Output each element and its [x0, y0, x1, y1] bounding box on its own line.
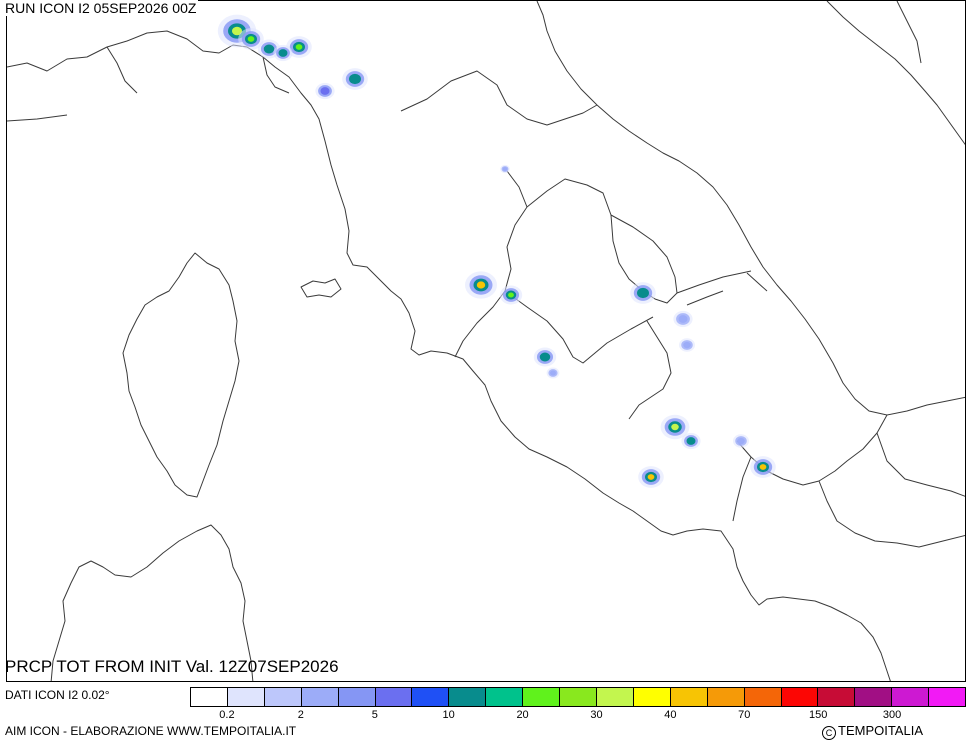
precipitation-cell [738, 439, 744, 443]
copyright: C TEMPOITALIA [822, 723, 923, 740]
legend-label: 70 [738, 709, 751, 721]
legend-swatch [301, 688, 339, 706]
legend-swatch [929, 688, 966, 706]
legend-swatch [560, 688, 597, 706]
precipitation-cell [476, 281, 486, 289]
legend-label: 0.2 [219, 709, 235, 721]
legend-label: 10 [442, 709, 455, 721]
legend-swatch [707, 688, 745, 706]
legend-label: 20 [516, 709, 529, 721]
legend-swatch [412, 688, 450, 706]
precipitation-cell [551, 371, 555, 375]
precipitation-cell [647, 474, 655, 480]
corsica [122, 252, 240, 498]
data-source-label: DATI ICON I2 0.02° [5, 688, 110, 702]
legend-label: 30 [590, 709, 603, 721]
legend-swatch [191, 688, 228, 706]
legend-label: 40 [664, 709, 677, 721]
precipitation-cell [542, 354, 548, 360]
map-area [6, 0, 966, 682]
legend-swatch [744, 688, 782, 706]
legend-swatch [670, 688, 708, 706]
run-title: RUN ICON I2 05SEP2026 00Z [5, 0, 199, 16]
precipitation-cell [671, 423, 679, 431]
legend-label: 5 [371, 709, 378, 721]
legend-swatch [818, 688, 856, 706]
precipitation-cell [639, 290, 647, 296]
credit-text: AIM ICON - ELABORAZIONE WWW.TEMPOITALIA.… [5, 724, 297, 738]
precipitation-cell [503, 167, 507, 171]
precipitation-cell [266, 46, 272, 52]
legend-label: 150 [809, 709, 828, 721]
adriatic-coastline [536, 1, 965, 416]
precipitation-cell [322, 88, 328, 94]
precipitation-cell [247, 36, 255, 42]
copyright-icon: C [822, 726, 836, 740]
precipitation-map [7, 1, 965, 681]
precipitation-cell [351, 76, 359, 82]
elba-island [300, 278, 342, 298]
legend-swatch [523, 688, 561, 706]
color-legend [190, 687, 966, 707]
legend-swatch [375, 688, 413, 706]
legend-swatch [892, 688, 930, 706]
precipitation-cell [280, 50, 286, 56]
legend-label: 300 [882, 709, 902, 721]
croatia-coast [826, 1, 965, 146]
legend-swatch [781, 688, 819, 706]
precipitation-cell [688, 438, 694, 444]
legend-swatch [449, 688, 487, 706]
precipitation-cell [295, 44, 303, 50]
legend-label: 2 [297, 709, 304, 721]
precipitation-title: PRCP TOT FROM INIT Val. 12Z07SEP2026 [5, 657, 339, 676]
legend-swatch [633, 688, 671, 706]
legend-swatch [486, 688, 524, 706]
precipitation-cell [684, 343, 690, 347]
legend-swatch [596, 688, 634, 706]
copyright-text: TEMPOITALIA [838, 723, 923, 738]
legend-swatch [264, 688, 302, 706]
tyrrhenian-coastline [7, 30, 891, 681]
precipitation-cell [508, 292, 514, 298]
precipitation-cell [759, 464, 767, 470]
legend-swatch [338, 688, 376, 706]
precipitation-cell [680, 316, 686, 322]
legend-swatch [227, 688, 265, 706]
legend-labels: 0.2 2 5 10 20 30 40 70 150 300 [190, 709, 966, 723]
legend-swatch [855, 688, 893, 706]
